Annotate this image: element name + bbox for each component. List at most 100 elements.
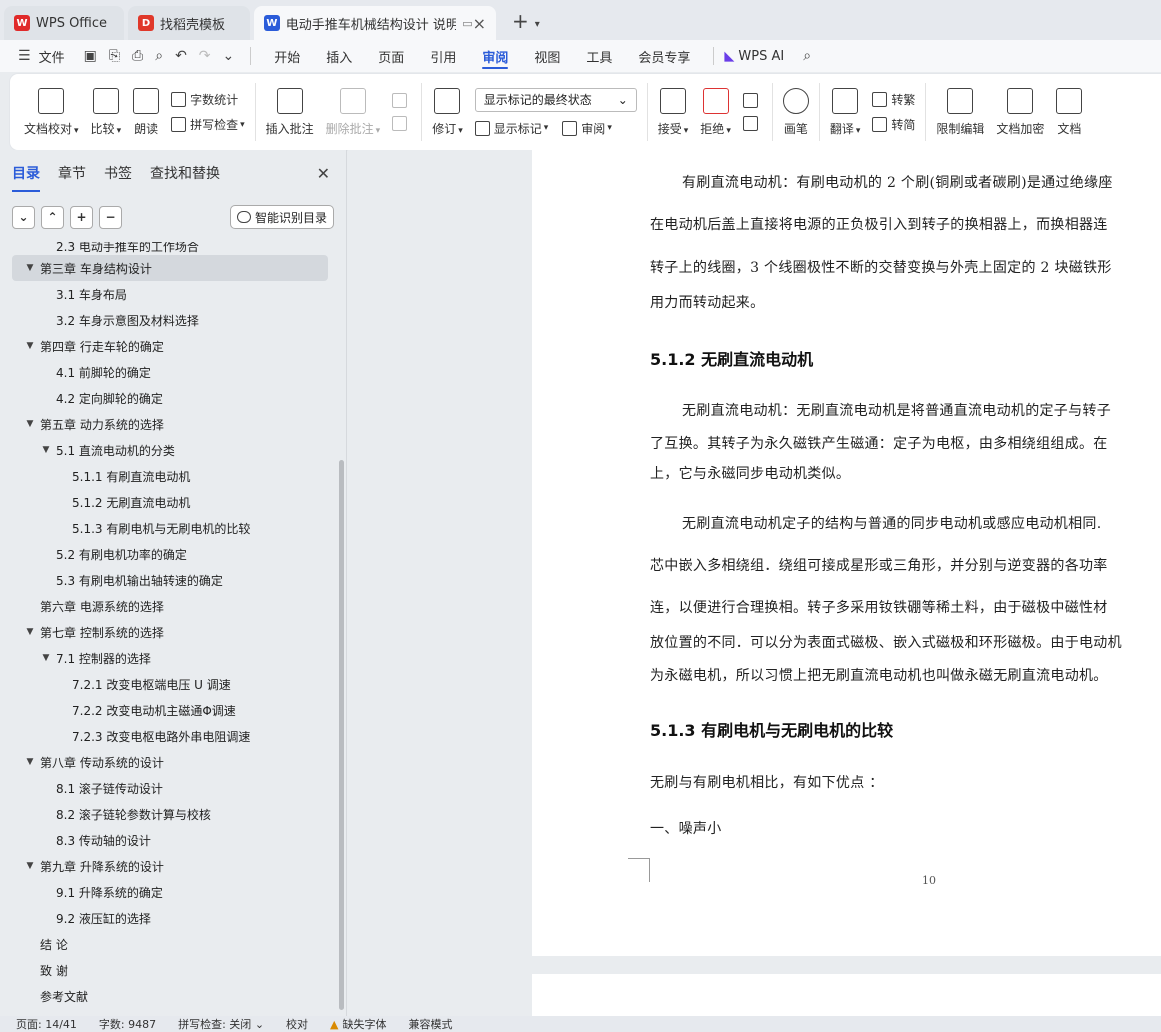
- toc-item[interactable]: ▼ 第五章 动力系统的选择: [0, 411, 340, 437]
- toc-item[interactable]: 5.1.3 有刷电机与无刷电机的比较: [0, 515, 340, 541]
- more-dropdown-icon[interactable]: ⌄: [217, 48, 241, 64]
- toc-item[interactable]: 第六章 电源系统的选择: [0, 593, 340, 619]
- prev-revision-button[interactable]: [742, 93, 762, 108]
- close-tab-icon[interactable]: ×: [473, 14, 486, 33]
- tab-toc[interactable]: 目录: [12, 159, 40, 192]
- translate-button[interactable]: 翻译 ▾: [824, 77, 867, 147]
- toc-item[interactable]: 3.2 车身示意图及材料选择: [0, 307, 340, 333]
- toc-item[interactable]: 7.2.3 改变电枢电路外串电阻调速: [0, 723, 340, 749]
- tab-bookmarks[interactable]: 书签: [104, 159, 132, 187]
- tab-wps-office[interactable]: W WPS Office: [4, 6, 124, 40]
- read-aloud-button[interactable]: 朗读: [127, 77, 165, 147]
- menu-member[interactable]: 会员专享: [625, 40, 703, 72]
- undo-icon[interactable]: ↶: [169, 48, 193, 64]
- show-markup-button[interactable]: 显示标记 ▾: [474, 120, 548, 137]
- compare-button[interactable]: 比较 ▾: [85, 77, 128, 147]
- word-count-button[interactable]: 字数统计: [171, 91, 245, 108]
- smart-toc-button[interactable]: 智能识别目录: [229, 205, 334, 229]
- doc-encrypt-button[interactable]: 文档加密: [990, 77, 1050, 147]
- toc-item[interactable]: ▼ 第三章 车身结构设计: [12, 255, 328, 281]
- toc-item[interactable]: 5.2 有刷电机功率的确定: [0, 541, 340, 567]
- missing-font-status[interactable]: ▲ 缺失字体: [330, 1016, 386, 1032]
- toc-item[interactable]: 8.2 滚子链轮参数计算与校核: [0, 801, 340, 827]
- next-page[interactable]: [532, 974, 1161, 1016]
- search-icon[interactable]: ⌕: [797, 48, 817, 64]
- to-traditional-button[interactable]: 转繁: [872, 91, 915, 108]
- reject-button[interactable]: 拒绝 ▾: [694, 77, 737, 147]
- toc-item[interactable]: ▼ 第七章 控制系统的选择: [0, 619, 340, 645]
- toc-item[interactable]: 7.2.1 改变电枢端电压 U 调速: [0, 671, 340, 697]
- spell-check-status[interactable]: 拼写检查: 关闭 ⌄: [178, 1016, 264, 1032]
- toc-scrollbar[interactable]: [339, 460, 344, 1010]
- close-icon[interactable]: ✕: [317, 164, 330, 183]
- toc-item[interactable]: ▼ 第九章 升降系统的设计: [0, 853, 340, 879]
- next-comment-button[interactable]: [392, 116, 411, 131]
- collapse-up-icon[interactable]: ⌃: [41, 205, 64, 229]
- expand-down-icon[interactable]: ⌄: [12, 205, 35, 229]
- toc-item[interactable]: 2.3 电动手推车的工作场合: [0, 242, 340, 255]
- monitor-icon[interactable]: ▭: [462, 17, 472, 30]
- prev-comment-button[interactable]: [392, 93, 411, 108]
- expand-caret-icon[interactable]: ▼: [24, 341, 36, 351]
- toc-item[interactable]: 5.3 有刷电机输出轴转速的确定: [0, 567, 340, 593]
- menu-page[interactable]: 页面: [365, 40, 417, 72]
- expand-caret-icon[interactable]: ▼: [24, 263, 36, 273]
- menu-wps-ai[interactable]: WPS AI: [738, 40, 797, 72]
- menu-file[interactable]: 文件: [37, 40, 78, 72]
- chevron-down-icon[interactable]: ▾: [535, 19, 540, 30]
- toc-item[interactable]: 5.1.1 有刷直流电动机: [0, 463, 340, 489]
- toc-item[interactable]: ▼ 5.1 直流电动机的分类: [0, 437, 340, 463]
- expand-caret-icon[interactable]: ▼: [24, 861, 36, 871]
- toc-item[interactable]: ▼ 7.1 控制器的选择: [0, 645, 340, 671]
- tab-find-replace[interactable]: 查找和替换: [150, 159, 220, 187]
- save-icon[interactable]: ▣: [78, 48, 103, 64]
- menu-tools[interactable]: 工具: [573, 40, 625, 72]
- expand-caret-icon[interactable]: ▼: [24, 419, 36, 429]
- document-page[interactable]: 有刷直流电动机：有刷电动机的 2 个刷(铜刷或者碳刷)是通过绝缘座 在电动机后盖…: [532, 150, 1161, 956]
- to-simplified-button[interactable]: 转简: [872, 116, 915, 133]
- hamburger-icon[interactable]: ☰: [12, 48, 37, 64]
- accept-button[interactable]: 接受 ▾: [652, 77, 695, 147]
- redo-icon[interactable]: ↷: [193, 48, 217, 64]
- page-indicator[interactable]: 页面: 14/41: [16, 1016, 77, 1032]
- new-tab-icon[interactable]: +: [512, 9, 529, 33]
- menu-view[interactable]: 视图: [521, 40, 573, 72]
- menu-home[interactable]: 开始: [261, 40, 313, 72]
- add-icon[interactable]: +: [70, 205, 93, 229]
- proof-status[interactable]: 校对: [286, 1016, 308, 1032]
- expand-caret-icon[interactable]: ▼: [40, 653, 52, 663]
- export-icon[interactable]: ⎘: [103, 48, 126, 64]
- review-pane-button[interactable]: 审阅 ▾: [562, 120, 612, 137]
- delete-comment-button[interactable]: 删除批注 ▾: [320, 77, 387, 147]
- toc-item[interactable]: 8.3 传动轴的设计: [0, 827, 340, 853]
- toc-item[interactable]: 5.1.2 无刷直流电动机: [0, 489, 340, 515]
- doc-check-button[interactable]: 文档校对 ▾: [10, 77, 85, 147]
- toc-item[interactable]: 参考文献: [0, 983, 340, 1009]
- toc-item[interactable]: 4.1 前脚轮的确定: [0, 359, 340, 385]
- tab-chapters[interactable]: 章节: [58, 159, 86, 187]
- toc-item[interactable]: 结 论: [0, 931, 340, 957]
- remove-icon[interactable]: −: [99, 205, 122, 229]
- markup-state-select[interactable]: 显示标记的最终状态 ⌄: [474, 87, 637, 112]
- menu-insert[interactable]: 插入: [313, 40, 365, 72]
- toc-item[interactable]: 4.2 定向脚轮的确定: [0, 385, 340, 411]
- toc-item[interactable]: 7.2.2 改变电动机主磁通Φ调速: [0, 697, 340, 723]
- print-preview-icon[interactable]: ⌕: [149, 48, 169, 64]
- toc-item[interactable]: 致 谢: [0, 957, 340, 983]
- expand-caret-icon[interactable]: ▼: [24, 627, 36, 637]
- tab-document[interactable]: W 电动手推车机械结构设计 说明 ▭ ×: [254, 6, 496, 40]
- menu-review[interactable]: 审阅: [469, 40, 521, 72]
- toc-item[interactable]: 8.1 滚子链传动设计: [0, 775, 340, 801]
- doc-more-button[interactable]: 文档: [1050, 77, 1088, 147]
- menu-reference[interactable]: 引用: [417, 40, 469, 72]
- tab-template[interactable]: D 找稻壳模板: [128, 6, 250, 40]
- toc-item[interactable]: 3.1 车身布局: [0, 281, 340, 307]
- toc-item[interactable]: ▼ 第四章 行走车轮的确定: [0, 333, 340, 359]
- toc-item[interactable]: 9.1 升降系统的确定: [0, 879, 340, 905]
- pen-button[interactable]: 画笔: [777, 77, 815, 147]
- insert-comment-button[interactable]: 插入批注: [260, 77, 320, 147]
- print-icon[interactable]: ⎙: [126, 48, 149, 64]
- spell-check-button[interactable]: 拼写检查 ▾: [171, 116, 245, 133]
- expand-caret-icon[interactable]: ▼: [40, 445, 52, 455]
- next-revision-button[interactable]: [742, 116, 762, 131]
